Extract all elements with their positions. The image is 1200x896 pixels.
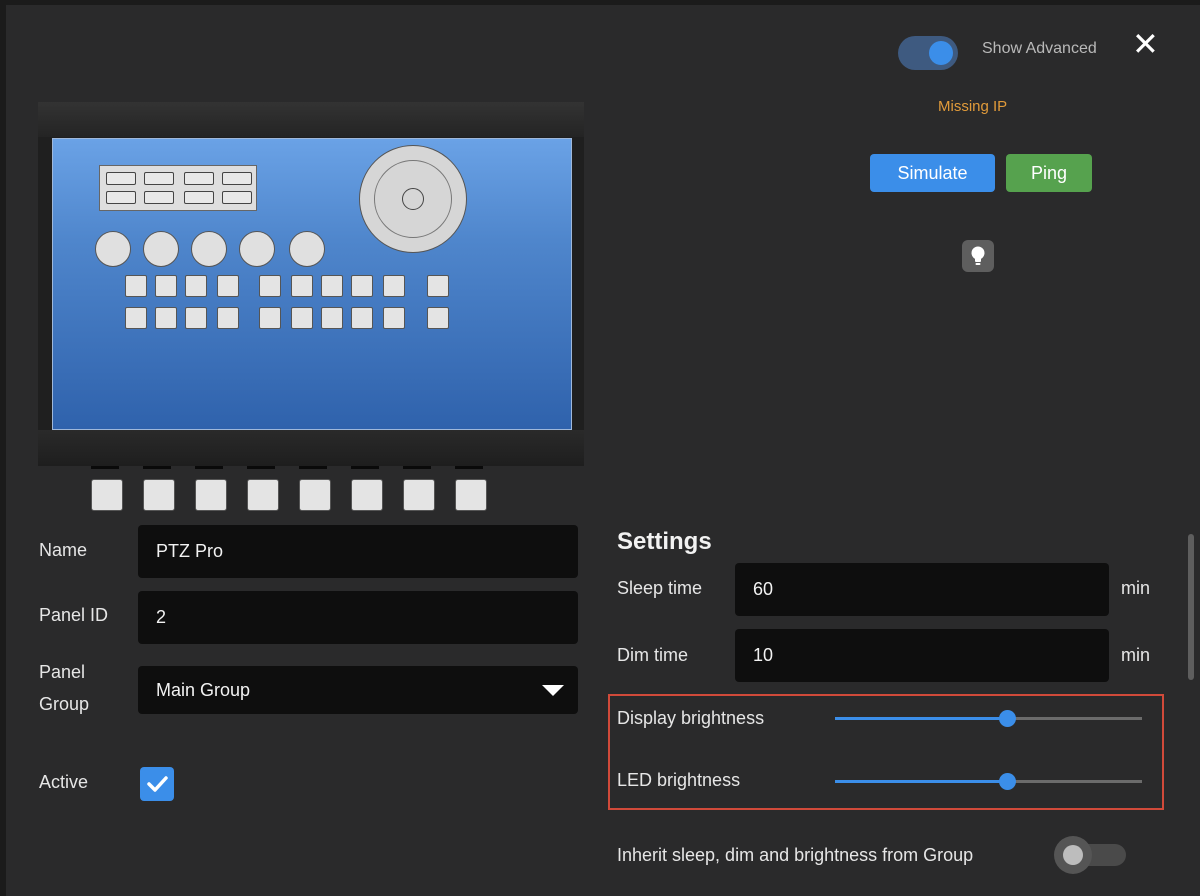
display-brightness-slider[interactable]: [835, 710, 1142, 727]
led-brightness-slider[interactable]: [835, 773, 1142, 790]
device-face: [52, 138, 572, 511]
inherit-toggle[interactable]: [1054, 836, 1130, 874]
status-missing-ip: Missing IP: [938, 98, 1008, 115]
panel-id-field[interactable]: 2: [138, 591, 578, 644]
dim-time-label: Dim time: [617, 645, 688, 665]
panel-id-label: Panel ID: [39, 605, 109, 625]
device-small-key: [351, 275, 373, 297]
device-large-key: [91, 479, 123, 511]
device-small-key: [259, 275, 281, 297]
device-small-key: [155, 307, 177, 329]
sleep-time-input[interactable]: 60: [735, 563, 1109, 616]
device-small-key: [185, 275, 207, 297]
device-large-key: [143, 479, 175, 511]
device-large-key: [403, 479, 435, 511]
device-small-key: [321, 307, 343, 329]
panel-id-value: 2: [156, 607, 167, 627]
device-small-key: [125, 275, 147, 297]
panel-group-label-line1: Panel: [39, 662, 86, 682]
slider-fill: [835, 717, 1007, 720]
dim-time-value: 10: [753, 645, 774, 665]
jog-center: [402, 188, 424, 210]
device-knob: [239, 231, 275, 267]
ping-button[interactable]: Ping: [1006, 154, 1092, 192]
close-icon[interactable]: ✕: [1132, 28, 1159, 60]
sleep-unit: min: [1121, 578, 1151, 598]
toggle-knob: [1054, 836, 1092, 874]
chevron-down-icon: [542, 685, 564, 696]
device-small-key: [259, 307, 281, 329]
lcd-cell: [222, 191, 252, 204]
device-small-key: [351, 307, 373, 329]
device-small-key: [155, 275, 177, 297]
dim-unit: min: [1121, 645, 1151, 665]
lightbulb-icon[interactable]: [962, 240, 994, 272]
settings-heading: Settings: [617, 528, 712, 555]
display-brightness-label: Display brightness: [617, 708, 765, 728]
lcd-cell: [222, 172, 252, 185]
device-small-key: [291, 275, 313, 297]
device-knob: [191, 231, 227, 267]
device-small-key: [217, 307, 239, 329]
lcd-cell: [184, 191, 214, 204]
name-field[interactable]: PTZ Pro: [138, 525, 578, 578]
slider-thumb[interactable]: [999, 710, 1016, 727]
toggle-knob: [929, 41, 953, 65]
device-knob: [289, 231, 325, 267]
device-large-key: [455, 479, 487, 511]
lcd-cell: [144, 172, 174, 185]
led-brightness-label: LED brightness: [617, 770, 741, 790]
device-large-key: [195, 479, 227, 511]
device-bottom-bezel: [38, 430, 584, 466]
device-small-key: [291, 307, 313, 329]
slider-thumb[interactable]: [999, 773, 1016, 790]
active-label: Active: [39, 772, 89, 792]
device-knob: [95, 231, 131, 267]
device-knob: [143, 231, 179, 267]
checkmark-icon: [147, 776, 168, 792]
device-small-key: [383, 275, 405, 297]
device-small-key: [185, 307, 207, 329]
name-value: PTZ Pro: [156, 541, 224, 561]
lcd-cell: [106, 191, 136, 204]
panel-group-value: Main Group: [156, 680, 251, 700]
panel-group-label-line2: Group: [39, 694, 90, 714]
device-large-key: [351, 479, 383, 511]
device-lcd-block: [99, 165, 257, 211]
dim-time-input[interactable]: 10: [735, 629, 1109, 682]
device-small-key: [125, 307, 147, 329]
device-preview-image: [38, 102, 584, 511]
scrollbar[interactable]: [1188, 534, 1194, 680]
slider-fill: [835, 780, 1007, 783]
device-small-key: [427, 275, 449, 297]
simulate-button[interactable]: Simulate: [870, 154, 995, 192]
show-advanced-label: Show Advanced: [982, 40, 1097, 57]
lcd-cell: [106, 172, 136, 185]
show-advanced-toggle[interactable]: [898, 36, 958, 70]
lcd-cell: [144, 191, 174, 204]
inherit-label: Inherit sleep, dim and brightness from G…: [617, 845, 974, 865]
sleep-time-label: Sleep time: [617, 578, 703, 598]
device-small-key: [217, 275, 239, 297]
device-small-key: [383, 307, 405, 329]
device-jog-wheel: [359, 145, 467, 253]
active-checkbox[interactable]: [140, 767, 174, 801]
name-label: Name: [39, 540, 88, 560]
device-small-key: [321, 275, 343, 297]
device-large-key: [299, 479, 331, 511]
lcd-cell: [184, 172, 214, 185]
device-top-bezel: [38, 102, 584, 137]
panel-group-select[interactable]: Main Group: [138, 666, 578, 714]
sleep-time-value: 60: [753, 579, 774, 599]
device-small-key: [427, 307, 449, 329]
device-large-key: [247, 479, 279, 511]
